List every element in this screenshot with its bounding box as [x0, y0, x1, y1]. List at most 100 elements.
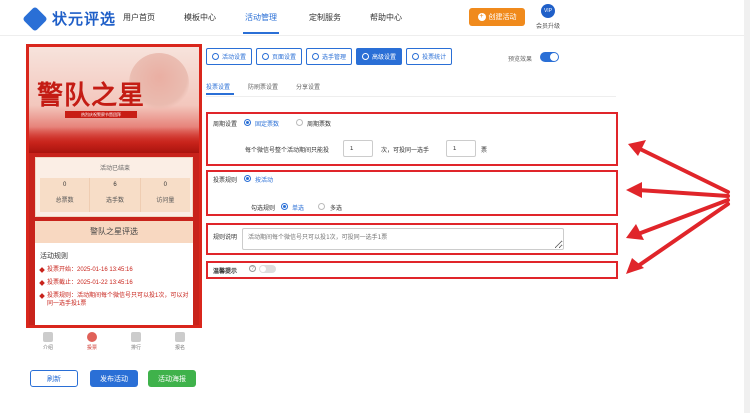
tab-activity-settings[interactable]: 活动设置: [206, 48, 253, 65]
toolbar-label: 页面设置: [272, 55, 297, 61]
preview-effect-toggle[interactable]: [540, 52, 559, 62]
arrow-to-rule: [636, 188, 730, 198]
rule-item: 投票截止：2025-01-22 13:45:16: [39, 279, 193, 287]
vote-count-input[interactable]: [343, 140, 373, 157]
tab-label: 介绍: [42, 345, 53, 351]
nav-item-templates[interactable]: 模板中心: [184, 12, 216, 23]
preview-tabbar: 介绍 投票 排行 报名: [26, 330, 202, 356]
stats-row: 0 总票数 6 选手数 0 访问量: [40, 178, 190, 212]
document-icon: [43, 332, 53, 342]
phone-preview: 警队之星 热烈庆祝警察节暨团拜 活动已结束 0 总票数 6 选手数 0 访问量 …: [26, 44, 202, 328]
toolbar-label: 高级设置: [372, 55, 397, 61]
advanced-icon: [362, 53, 370, 60]
logo[interactable]: 状元评选: [22, 5, 117, 32]
tab-ranking[interactable]: 排行: [121, 330, 151, 356]
toolbar-label: 选手管理: [322, 55, 347, 61]
period-mid-text: 次，可投同一选手: [381, 148, 430, 154]
logo-icon: [22, 5, 48, 32]
nav-item-home[interactable]: 用户首页: [123, 12, 155, 23]
trophy-icon: [131, 332, 141, 342]
banner-subtitle: 热烈庆祝警察节暨团拜: [65, 111, 137, 118]
preview-banner: 警队之星 热烈庆祝警察节暨团拜: [29, 47, 199, 153]
rule-text: 投票规则：活动期间每个微信号只可以投1次，可以对同一选手投1票: [47, 293, 189, 307]
stat-value: 0: [62, 182, 67, 188]
rule-item: 投票开始：2025-01-16 13:45:16: [39, 266, 193, 274]
tip-toggle[interactable]: [259, 265, 276, 273]
diamond-icon: [39, 267, 45, 273]
subtabs: 投票设置 防刷票设置 分享设置: [206, 82, 320, 91]
arrow-to-tip: [636, 202, 730, 268]
tab-signup[interactable]: 报名: [165, 330, 195, 356]
gear-icon: [212, 53, 219, 60]
nav-item-activities[interactable]: 活动管理: [245, 12, 277, 23]
create-activity-label: 创建活动: [488, 14, 517, 21]
tab-label: 排行: [130, 345, 141, 351]
diamond-icon: [39, 293, 45, 299]
by-activity-label: 按活动: [255, 178, 274, 184]
rule-item: 投票规则：活动期间每个微信号只可以投1次，可以对同一选手投1票: [39, 292, 193, 308]
vip-icon[interactable]: VIP: [541, 4, 555, 18]
tip-label: 温馨提示: [213, 269, 238, 275]
rules-heading: 活动规则: [40, 253, 68, 260]
settings-toolbar: 活动设置 页面设置 选手管理 高级设置 投票统计: [206, 48, 453, 65]
vote-icon: [87, 332, 97, 342]
help-icon[interactable]: ?: [249, 265, 256, 272]
rules-card: 警队之星评选 活动规则 投票开始：2025-01-16 13:45:16 投票截…: [35, 221, 193, 325]
rule-description-input[interactable]: [242, 228, 564, 250]
tab-intro[interactable]: 介绍: [33, 330, 63, 356]
preview-effect-label: 预览效果: [508, 57, 533, 63]
tab-player-management[interactable]: 选手管理: [306, 48, 353, 65]
arrow-to-period: [636, 146, 730, 194]
create-activity-button[interactable]: + 创建活动: [469, 8, 525, 26]
period-settings-label: 周期设置: [213, 122, 238, 128]
tab-vote-statistics[interactable]: 投票统计: [406, 48, 453, 65]
radio-period-votes[interactable]: [296, 119, 303, 126]
period-votes-label: 周期票数: [307, 122, 332, 128]
refresh-button[interactable]: 刷新: [30, 370, 78, 387]
divider: [206, 96, 616, 97]
subtab-anti-fraud[interactable]: 防刷票设置: [248, 82, 278, 91]
stat-visits: 0 访问量: [141, 178, 190, 212]
rule-description-label: 规则说明: [213, 235, 238, 241]
bar-chart-icon: [412, 53, 420, 60]
stat-total-votes: 0 总票数: [40, 178, 91, 212]
arrowhead: [626, 258, 644, 274]
activity-status: 活动已结束: [99, 166, 130, 172]
stat-players: 6 选手数: [90, 178, 141, 212]
top-nav: 状元评选 用户首页 模板中心 活动管理 定制服务 帮助中心 + 创建活动 VIP…: [0, 0, 750, 36]
fixed-votes-label: 固定票数: [255, 122, 280, 128]
diamond-icon: [39, 280, 45, 286]
check-rule-label: 勾选规则: [251, 206, 276, 212]
publish-activity-button[interactable]: 发布活动: [90, 370, 138, 387]
arrow-to-description: [636, 198, 730, 236]
subtab-vote-settings[interactable]: 投票设置: [206, 82, 230, 91]
tab-vote[interactable]: 投票: [77, 330, 107, 356]
rules-card-title: 警队之星评选: [35, 221, 193, 243]
scrollbar[interactable]: [744, 0, 750, 413]
stat-label: 访问量: [156, 198, 175, 204]
users-icon: [312, 53, 320, 60]
radio-multiple[interactable]: [318, 203, 325, 210]
activity-poster-button[interactable]: 活动海报: [148, 370, 196, 387]
per-player-input[interactable]: [446, 140, 476, 157]
plus-icon: +: [477, 13, 486, 21]
radio-single[interactable]: [281, 203, 288, 210]
radio-fixed-votes[interactable]: [244, 119, 251, 126]
vote-rule-label: 投票规则: [213, 178, 238, 184]
nav-item-help[interactable]: 帮助中心: [370, 12, 402, 23]
tab-advanced-settings[interactable]: 高级设置: [356, 48, 403, 65]
radio-by-activity[interactable]: [244, 175, 251, 182]
arrowhead: [626, 182, 642, 198]
subtab-share-settings[interactable]: 分享设置: [296, 82, 320, 91]
tab-page-settings[interactable]: 页面设置: [256, 48, 303, 65]
brand-name: 状元评选: [52, 11, 117, 28]
period-prefix-text: 每个微信号整个活动期间只能投: [245, 148, 330, 154]
arrowhead: [628, 140, 646, 156]
stat-value: 0: [163, 182, 167, 188]
vip-upgrade-link[interactable]: 会员升级: [536, 21, 560, 30]
stat-label: 总票数: [55, 198, 74, 204]
stat-label: 选手数: [105, 198, 124, 204]
nav-item-custom[interactable]: 定制服务: [309, 12, 341, 23]
cog-icon: [262, 53, 270, 60]
subtab-active-indicator: [206, 93, 234, 95]
